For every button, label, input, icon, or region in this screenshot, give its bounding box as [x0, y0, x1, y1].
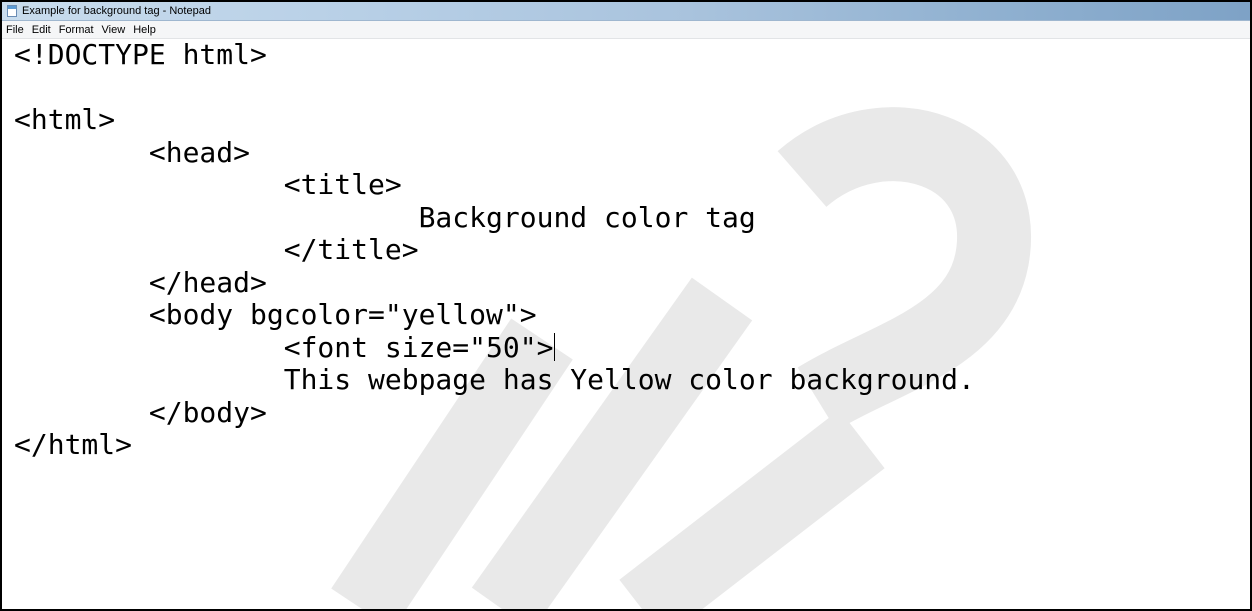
code-line: </head>	[14, 265, 267, 299]
title-bar[interactable]: Example for background tag - Notepad	[2, 2, 1250, 21]
text-caret	[554, 332, 556, 361]
code-line: <body bgcolor="yellow">	[14, 298, 537, 331]
menu-format[interactable]: Format	[55, 24, 98, 36]
code-line: <font size="50">	[14, 330, 554, 364]
menu-bar: File Edit Format View Help	[2, 21, 1250, 39]
code-line: </body>	[14, 395, 267, 429]
code-line: <head>	[14, 135, 251, 169]
code-line: <title>	[14, 168, 402, 201]
code-line: <!DOCTYPE html>	[14, 39, 267, 71]
menu-help[interactable]: Help	[129, 24, 160, 36]
notepad-window: Example for background tag - Notepad Fil…	[0, 0, 1252, 611]
code-line: </title>	[14, 233, 419, 266]
code-line: <html>	[14, 103, 116, 136]
code-line: </html>	[14, 428, 133, 461]
menu-edit[interactable]: Edit	[28, 24, 55, 36]
code-line: This webpage has Yellow color background…	[14, 363, 975, 396]
menu-file[interactable]: File	[2, 24, 28, 36]
notepad-icon	[7, 5, 17, 17]
code-text: <!DOCTYPE html> <html> <head> <title> Ba…	[14, 39, 975, 462]
code-line: Background color tag	[14, 200, 756, 234]
text-editor-area[interactable]: <!DOCTYPE html> <html> <head> <title> Ba…	[2, 39, 1250, 609]
menu-view[interactable]: View	[98, 24, 130, 36]
window-title: Example for background tag - Notepad	[22, 5, 211, 17]
